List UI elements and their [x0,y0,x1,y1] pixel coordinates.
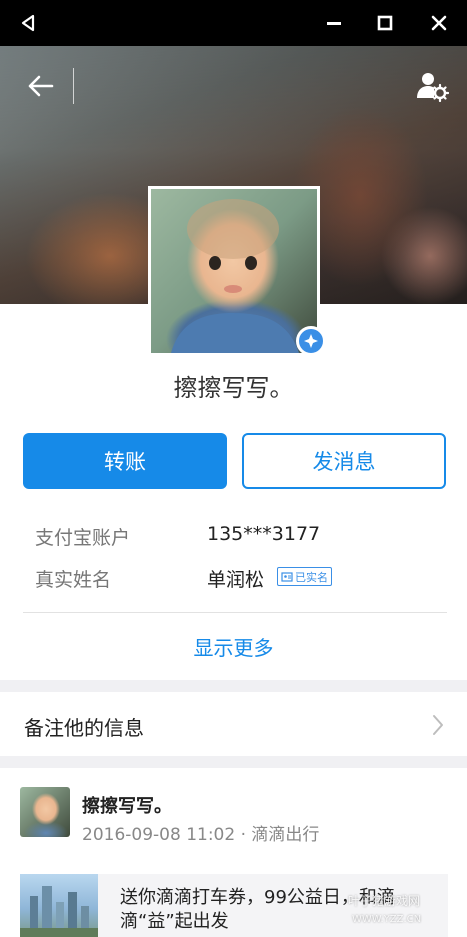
feed-item[interactable]: 擦擦写写。 2016-09-08 11:02 · 滴滴出行 送你滴滴打车券，99… [0,768,467,937]
realname-value: 单润松 [207,569,265,591]
header-divider [73,68,74,104]
feed-meta: 2016-09-08 11:02 · 滴滴出行 [82,825,320,845]
verified-badge-icon [296,326,326,356]
feed-avatar[interactable] [20,787,70,837]
shared-link-thumbnail [20,874,98,937]
watermark-url: WWW.YZZ.CN [352,914,422,925]
show-more-link[interactable]: 显示更多 [0,632,467,661]
account-value: 135***3177 [207,523,321,545]
minimize-icon[interactable] [316,0,352,46]
id-card-icon [281,571,293,582]
realname-verified-badge: 已实名 [277,567,332,586]
watermark-text: 叶子猪游戏网 [348,894,421,908]
maximize-icon[interactable] [367,0,403,46]
realname-label: 真实姓名 [35,569,112,591]
remark-row[interactable]: 备注他的信息 [0,692,467,756]
chevron-right-icon [432,714,444,740]
account-label: 支付宝账户 [35,527,131,549]
divider [23,612,447,613]
profile-nickname: 擦擦写写。 [173,374,294,402]
remark-label: 备注他的信息 [24,716,144,740]
window-titlebar [0,0,467,46]
realname-badge-text: 已实名 [295,570,328,584]
send-message-button[interactable]: 发消息 [242,433,446,489]
close-icon[interactable] [421,0,457,46]
user-settings-icon[interactable] [410,66,454,106]
avatar[interactable] [148,186,320,356]
triangle-back-icon[interactable] [10,0,46,46]
profile-card [0,304,467,680]
feed-author-name: 擦擦写写。 [82,796,172,817]
transfer-button[interactable]: 转账 [23,433,227,489]
arrow-left-icon[interactable] [20,68,60,104]
